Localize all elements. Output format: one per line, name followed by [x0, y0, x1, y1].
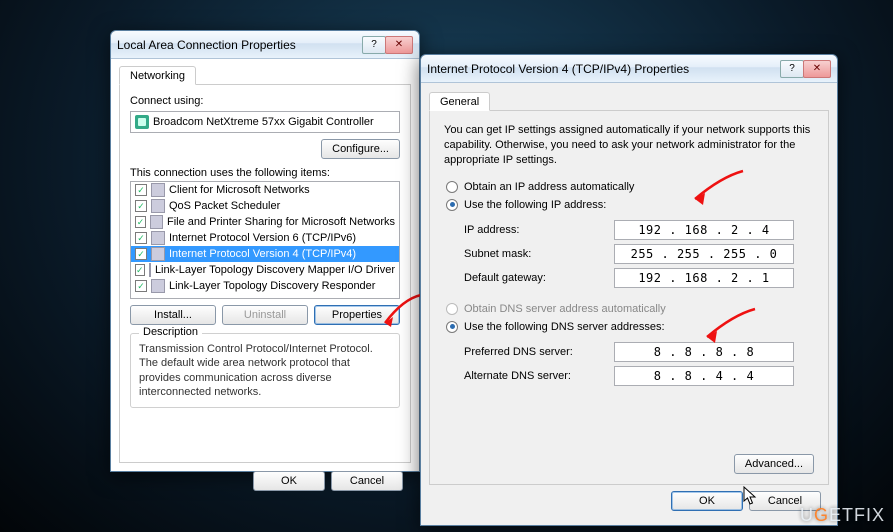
description-text: You can get IP settings assigned automat… [444, 123, 814, 168]
ok-button[interactable]: OK [671, 491, 743, 511]
configure-button[interactable]: Configure... [321, 139, 400, 159]
watermark: UGETFIX [800, 505, 885, 526]
window-title: Internet Protocol Version 4 (TCP/IPv4) P… [427, 62, 781, 76]
checkbox-icon[interactable]: ✓ [135, 184, 147, 196]
radio-icon [446, 199, 458, 211]
subnet-mask-label: Subnet mask: [464, 248, 614, 260]
network-adapter-icon [135, 115, 149, 129]
subnet-mask-input[interactable]: 255 . 255 . 255 . 0 [614, 244, 794, 264]
checkbox-icon[interactable]: ✓ [135, 232, 147, 244]
description-heading: Description [139, 326, 202, 338]
ipv4-properties-window: Internet Protocol Version 4 (TCP/IPv4) P… [420, 54, 838, 526]
close-button[interactable]: ✕ [385, 36, 413, 54]
mouse-cursor-icon [743, 486, 757, 506]
checkbox-icon[interactable]: ✓ [135, 216, 146, 228]
service-icon [151, 199, 165, 213]
adapter-name: Broadcom NetXtreme 57xx Gigabit Controll… [153, 116, 374, 128]
tab-networking[interactable]: Networking [119, 66, 196, 85]
list-item[interactable]: ✓File and Printer Sharing for Microsoft … [131, 214, 399, 230]
radio-dns-manual[interactable]: Use the following DNS server addresses: [444, 318, 814, 336]
alternate-dns-label: Alternate DNS server: [464, 370, 614, 382]
checkbox-icon[interactable]: ✓ [135, 248, 147, 260]
uninstall-button: Uninstall [222, 305, 308, 325]
window-title: Local Area Connection Properties [117, 38, 363, 52]
protocol-icon [149, 263, 151, 277]
titlebar[interactable]: Internet Protocol Version 4 (TCP/IPv4) P… [421, 55, 837, 83]
list-item[interactable]: ✓Client for Microsoft Networks [131, 182, 399, 198]
preferred-dns-input[interactable]: 8 . 8 . 8 . 8 [614, 342, 794, 362]
radio-icon [446, 303, 458, 315]
service-icon [150, 215, 163, 229]
description-group: Description Transmission Control Protoco… [130, 333, 400, 408]
list-item-selected[interactable]: ✓Internet Protocol Version 4 (TCP/IPv4) [131, 246, 399, 262]
tab-general[interactable]: General [429, 92, 490, 111]
connect-using-label: Connect using: [130, 95, 400, 107]
client-icon [151, 183, 165, 197]
titlebar[interactable]: Local Area Connection Properties ? ✕ [111, 31, 419, 59]
protocol-icon [151, 247, 165, 261]
default-gateway-input[interactable]: 192 . 168 . 2 . 1 [614, 268, 794, 288]
checkbox-icon[interactable]: ✓ [135, 200, 147, 212]
ip-address-input[interactable]: 192 . 168 . 2 . 4 [614, 220, 794, 240]
help-button[interactable]: ? [362, 36, 386, 54]
adapter-field: Broadcom NetXtreme 57xx Gigabit Controll… [130, 111, 400, 133]
tabstrip: General [429, 89, 829, 111]
ip-address-label: IP address: [464, 224, 614, 236]
protocol-icon [151, 231, 165, 245]
protocol-icon [151, 279, 165, 293]
radio-ip-auto[interactable]: Obtain an IP address automatically [444, 178, 814, 196]
description-text: Transmission Control Protocol/Internet P… [139, 342, 391, 399]
checkbox-icon[interactable]: ✓ [135, 280, 147, 292]
list-item[interactable]: ✓QoS Packet Scheduler [131, 198, 399, 214]
alternate-dns-input[interactable]: 8 . 8 . 4 . 4 [614, 366, 794, 386]
radio-icon [446, 181, 458, 193]
radio-icon [446, 321, 458, 333]
local-area-connection-properties-window: Local Area Connection Properties ? ✕ Net… [110, 30, 420, 472]
ok-button[interactable]: OK [253, 471, 325, 491]
checkbox-icon[interactable]: ✓ [135, 264, 145, 276]
radio-dns-auto: Obtain DNS server address automatically [444, 300, 814, 318]
list-item[interactable]: ✓Link-Layer Topology Discovery Mapper I/… [131, 262, 399, 278]
cancel-button[interactable]: Cancel [331, 471, 403, 491]
close-button[interactable]: ✕ [803, 60, 831, 78]
items-label: This connection uses the following items… [130, 167, 400, 179]
properties-button[interactable]: Properties [314, 305, 400, 325]
tabstrip: Networking [119, 63, 411, 85]
radio-ip-manual[interactable]: Use the following IP address: [444, 196, 814, 214]
list-item[interactable]: ✓Link-Layer Topology Discovery Responder [131, 278, 399, 294]
network-items-list[interactable]: ✓Client for Microsoft Networks ✓QoS Pack… [130, 181, 400, 299]
install-button[interactable]: Install... [130, 305, 216, 325]
default-gateway-label: Default gateway: [464, 272, 614, 284]
preferred-dns-label: Preferred DNS server: [464, 346, 614, 358]
advanced-button[interactable]: Advanced... [734, 454, 814, 474]
list-item[interactable]: ✓Internet Protocol Version 6 (TCP/IPv6) [131, 230, 399, 246]
help-button[interactable]: ? [780, 60, 804, 78]
